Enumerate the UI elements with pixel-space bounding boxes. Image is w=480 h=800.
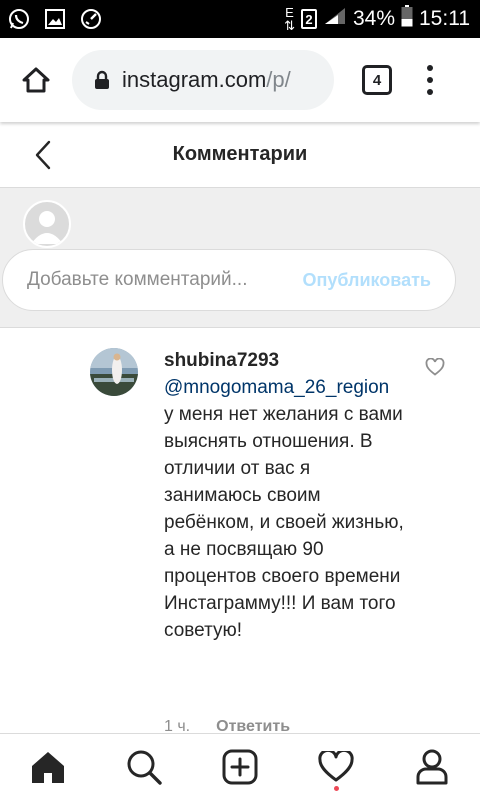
battery-icon bbox=[401, 5, 413, 33]
browser-toolbar: instagram.com/p/ 4 bbox=[0, 38, 480, 122]
like-comment-button[interactable] bbox=[425, 357, 445, 378]
nav-new-post-button[interactable] bbox=[216, 743, 264, 791]
avatar bbox=[23, 200, 71, 248]
comment-time: 1 ч. bbox=[164, 718, 191, 733]
browser-home-button[interactable] bbox=[0, 38, 72, 122]
profile-icon bbox=[416, 749, 448, 785]
notification-dot bbox=[334, 786, 339, 791]
menu-dot-icon bbox=[427, 77, 433, 83]
url-path: /p/ bbox=[266, 67, 291, 92]
lock-icon bbox=[94, 70, 110, 90]
comment-mention-link[interactable]: @mnogomama_26_region bbox=[164, 377, 389, 398]
page-title: Комментарии bbox=[172, 143, 308, 165]
new-post-icon bbox=[222, 749, 258, 785]
comment-text: у меня нет желания с вами выяснять отнош… bbox=[164, 404, 404, 641]
bottom-navigation bbox=[0, 733, 480, 800]
nav-activity-button[interactable] bbox=[312, 743, 360, 791]
url-host: instagram.com bbox=[122, 67, 267, 92]
nav-search-button[interactable] bbox=[120, 743, 168, 791]
status-bar: E ⇅ 2 34% 15:11 bbox=[0, 0, 480, 38]
home-outline-icon bbox=[22, 67, 50, 93]
comment-username[interactable]: shubina7293 bbox=[164, 347, 404, 374]
comments-header: Комментарии bbox=[0, 122, 480, 188]
comment-body: shubina7293 @mnogomama_26_region у меня … bbox=[164, 347, 404, 644]
default-avatar-icon bbox=[31, 211, 63, 244]
comment-item: shubina7293 @mnogomama_26_region у меня … bbox=[0, 328, 480, 733]
address-bar[interactable]: instagram.com/p/ bbox=[72, 50, 334, 110]
nav-home-button[interactable] bbox=[24, 743, 72, 791]
heart-outline-icon bbox=[425, 357, 445, 376]
gallery-icon bbox=[44, 8, 66, 30]
comment-field-container: Опубликовать bbox=[2, 249, 456, 311]
comment-composer: Опубликовать bbox=[0, 188, 480, 328]
reply-button[interactable]: Ответить bbox=[216, 718, 290, 733]
activity-icon bbox=[318, 751, 354, 782]
chevron-left-icon bbox=[35, 140, 51, 170]
comment-meta: 1 ч. Ответить bbox=[164, 718, 290, 733]
clock: 15:11 bbox=[419, 7, 470, 30]
comment-input[interactable] bbox=[27, 269, 303, 291]
network-type: E ⇅ bbox=[284, 5, 295, 33]
back-button[interactable] bbox=[28, 140, 58, 170]
battery-text: 34% bbox=[352, 7, 395, 30]
home-icon bbox=[32, 752, 64, 783]
sim-badge: 2 bbox=[300, 9, 317, 29]
tab-switcher-button[interactable]: 4 bbox=[362, 65, 392, 95]
whatsapp-icon bbox=[8, 8, 30, 30]
user-photo bbox=[90, 348, 138, 396]
search-icon bbox=[127, 750, 162, 785]
commenter-avatar[interactable] bbox=[90, 348, 138, 396]
speed-icon bbox=[80, 8, 102, 30]
menu-dot-icon bbox=[427, 89, 433, 95]
publish-button[interactable]: Опубликовать bbox=[302, 270, 431, 291]
menu-dot-icon bbox=[427, 65, 433, 71]
nav-profile-button[interactable] bbox=[408, 743, 456, 791]
overflow-menu-button[interactable] bbox=[424, 65, 436, 95]
signal-icon bbox=[323, 6, 347, 32]
